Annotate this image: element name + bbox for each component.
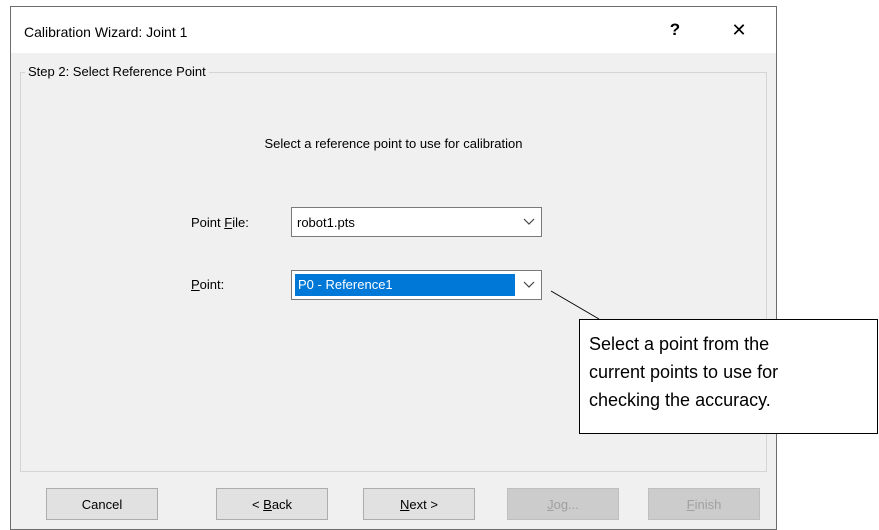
callout-leader-line <box>550 290 600 320</box>
callout-annotation: Select a point from the current points t… <box>579 319 878 434</box>
callout-line-1: Select a point from the <box>589 334 770 354</box>
callout-line-3: checking the accuracy. <box>589 390 771 410</box>
callout-line-2: current points to use for <box>589 362 779 382</box>
